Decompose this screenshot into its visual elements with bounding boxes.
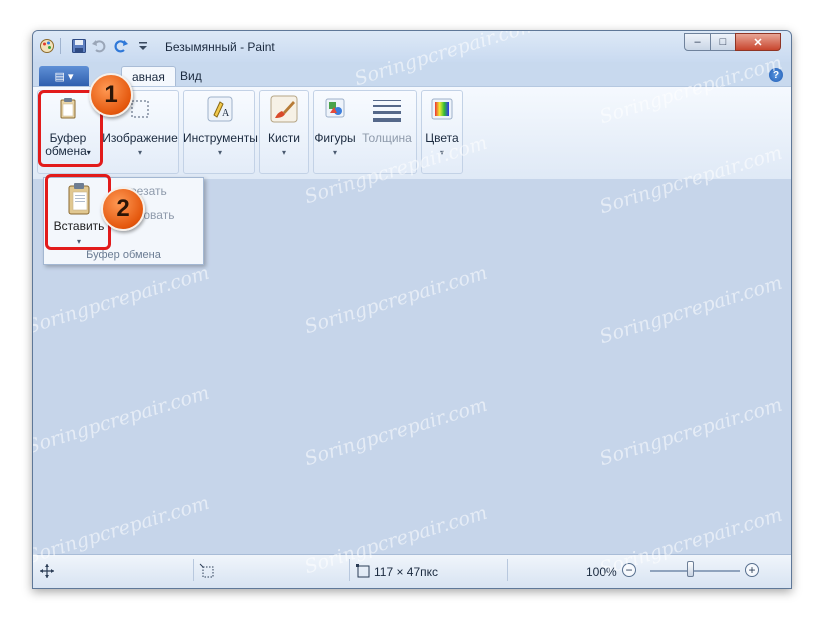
tools-label: Инструменты (183, 131, 258, 145)
plus-icon: + (748, 563, 756, 577)
zoom-out-button[interactable]: − (622, 563, 636, 577)
callout-step-2: 2 (101, 187, 145, 231)
redo-icon[interactable] (113, 38, 129, 54)
status-bar: 117 × 47пкс 100% − + (33, 554, 791, 588)
paint-app-icon[interactable] (39, 38, 55, 54)
paint-menu-button[interactable]: ▤ ▾ (39, 66, 89, 86)
minus-icon: − (625, 563, 633, 577)
tab-view[interactable]: Вид (180, 66, 202, 86)
help-icon[interactable]: ? (769, 68, 783, 82)
tools-button[interactable]: A Инструменты ▾ (183, 94, 258, 159)
title-bar: Безымянный - Paint – □ ✕ (33, 31, 791, 62)
brushes-arrow-icon: ▾ (281, 148, 286, 157)
shapes-label: Фигуры (314, 131, 356, 145)
status-separator (507, 559, 508, 581)
maximize-button[interactable]: □ (710, 33, 736, 51)
colors-button[interactable]: Цвета ▾ (422, 94, 462, 159)
selection-size-icon (199, 563, 214, 578)
callout-step-1: 1 (89, 73, 133, 117)
colors-icon (431, 98, 453, 120)
svg-text:A: A (222, 108, 230, 119)
zoom-slider-thumb[interactable] (687, 561, 694, 577)
maximize-icon: □ (719, 36, 727, 48)
status-separator (193, 559, 194, 581)
undo-icon[interactable] (91, 38, 107, 54)
zoom-in-button[interactable]: + (745, 563, 759, 577)
tab-view-label: Вид (180, 69, 202, 83)
colors-arrow-icon: ▾ (439, 148, 444, 157)
image-dimensions: 117 × 47пкс (374, 565, 439, 579)
brush-icon (270, 95, 298, 123)
image-label: Изображение (102, 131, 178, 145)
cursor-position-icon (40, 564, 54, 578)
customize-quick-access-icon[interactable] (135, 38, 151, 54)
shapes-arrow-icon: ▾ (332, 148, 337, 157)
size-icon (373, 100, 401, 122)
zoom-level: 100% (586, 565, 617, 579)
minimize-icon: – (694, 36, 701, 48)
status-separator (349, 559, 350, 581)
window-title: Безымянный - Paint (165, 40, 275, 54)
tools-icon: A (207, 96, 233, 122)
zoom-slider-track[interactable] (650, 570, 740, 572)
brushes-label: Кисти (268, 131, 300, 145)
colors-label: Цвета (425, 131, 459, 145)
size-label: Толщина (362, 131, 412, 145)
shapes-button[interactable]: Фигуры ▾ (314, 94, 356, 159)
ribbon-tab-row: ▤ ▾ авная Вид ? (33, 62, 791, 87)
image-size-icon (356, 564, 370, 578)
save-icon[interactable] (71, 38, 87, 54)
clipboard-group-label: Буфер обмена (86, 249, 161, 261)
image-arrow-icon: ▾ (137, 148, 142, 157)
paint-menu-icon: ▤ ▾ (54, 70, 74, 83)
size-button[interactable]: Толщина (359, 94, 415, 145)
close-button[interactable]: ✕ (735, 33, 781, 51)
paint-window: Безымянный - Paint – □ ✕ ▤ ▾ авная Вид ? (32, 30, 792, 589)
ribbon: Буфер обмена▾ Изображение ▾ A Инструмент… (33, 86, 791, 180)
shapes-icon (325, 98, 345, 118)
tab-home-label: авная (132, 70, 165, 84)
tools-arrow-icon: ▾ (217, 148, 222, 157)
close-icon: ✕ (753, 36, 763, 49)
brushes-button[interactable]: Кисти ▾ (262, 94, 306, 159)
minimize-button[interactable]: – (684, 33, 711, 51)
